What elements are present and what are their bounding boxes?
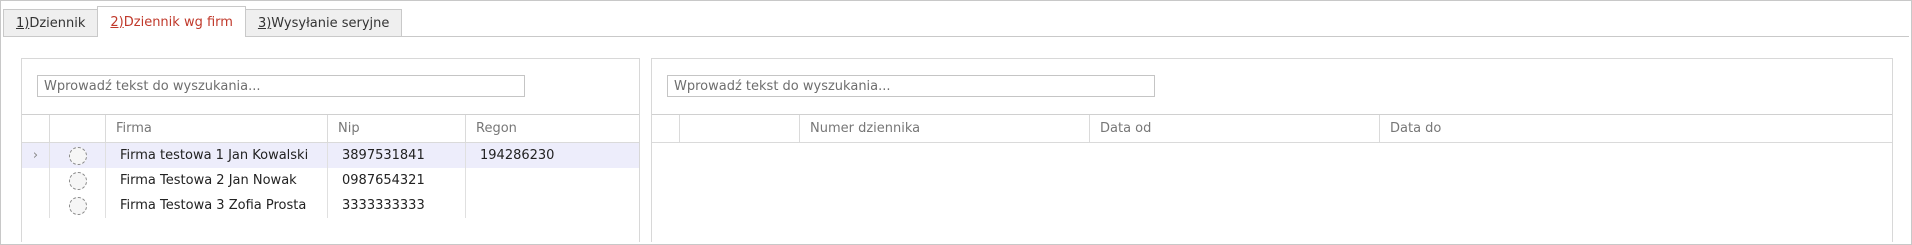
column-header-firma[interactable]: Firma (106, 115, 328, 142)
column-header-indicator (652, 115, 680, 142)
column-header-data-do[interactable]: Data do (1380, 115, 1892, 142)
table-row[interactable]: › Firma testowa 1 Jan Kowalski 389753184… (22, 143, 639, 168)
companies-search-input[interactable] (37, 75, 525, 97)
tab-wysylanie-seryjne[interactable]: 3) Wysyłanie seryjne (244, 9, 403, 37)
cell-regon (466, 193, 638, 218)
cell-nip: 0987654321 (328, 168, 466, 193)
row-indicator-icon (22, 193, 50, 218)
tab-dziennik-wg-firm[interactable]: 2) Dziennik wg firm (97, 6, 246, 37)
cell-regon (466, 168, 638, 193)
tab-key: 1) (16, 16, 30, 31)
cell-nip: 3333333333 (328, 193, 466, 218)
tab-label: Dziennik wg firm (123, 14, 233, 30)
company-status-icon (68, 146, 87, 165)
journals-search-input[interactable] (667, 75, 1155, 97)
tab-strip: 1) Dziennik 2) Dziennik wg firm 3) Wysył… (3, 6, 403, 37)
cell-firma: Firma testowa 1 Jan Kowalski (106, 143, 328, 168)
companies-panel: Firma Nip Regon › Firma testowa 1 Jan Ko… (21, 58, 640, 242)
row-indicator-icon (22, 168, 50, 193)
companies-grid-header: Firma Nip Regon (22, 115, 639, 143)
companies-grid: Firma Nip Regon › Firma testowa 1 Jan Ko… (22, 114, 639, 242)
tab-dziennik[interactable]: 1) Dziennik (3, 9, 99, 37)
table-row[interactable]: Firma Testowa 2 Jan Nowak 0987654321 (22, 168, 639, 193)
row-indicator-icon: › (22, 143, 50, 168)
journal-window: 1) Dziennik 2) Dziennik wg firm 3) Wysył… (0, 0, 1912, 245)
column-header-regon[interactable]: Regon (466, 115, 638, 142)
icon-cell (50, 143, 106, 168)
column-header-indicator (22, 115, 50, 142)
journals-grid: Numer dziennika Data od Data do (652, 114, 1892, 242)
tab-key: 3) (257, 16, 272, 31)
tab-label: Dziennik (29, 16, 86, 31)
tab-key: 2) (110, 14, 124, 30)
cell-nip: 3897531841 (328, 143, 466, 168)
table-row[interactable]: Firma Testowa 3 Zofia Prosta 3333333333 (22, 193, 639, 218)
cell-firma: Firma Testowa 3 Zofia Prosta (106, 193, 328, 218)
company-status-icon (68, 171, 87, 190)
company-status-icon (68, 196, 87, 215)
cell-firma: Firma Testowa 2 Jan Nowak (106, 168, 328, 193)
journals-grid-header: Numer dziennika Data od Data do (652, 115, 1892, 143)
column-header-icon (50, 115, 106, 142)
cell-regon: 194286230 (480, 148, 555, 163)
icon-cell (50, 168, 106, 193)
column-header-nip[interactable]: Nip (328, 115, 466, 142)
column-header-icon (680, 115, 800, 142)
column-header-data-od[interactable]: Data od (1090, 115, 1380, 142)
tab-content: Firma Nip Regon › Firma testowa 1 Jan Ko… (3, 36, 1909, 242)
journals-panel: Numer dziennika Data od Data do (651, 58, 1893, 242)
tab-label: Wysyłanie seryjne (271, 16, 390, 31)
column-header-numer-dziennika[interactable]: Numer dziennika (800, 115, 1090, 142)
icon-cell (50, 193, 106, 218)
